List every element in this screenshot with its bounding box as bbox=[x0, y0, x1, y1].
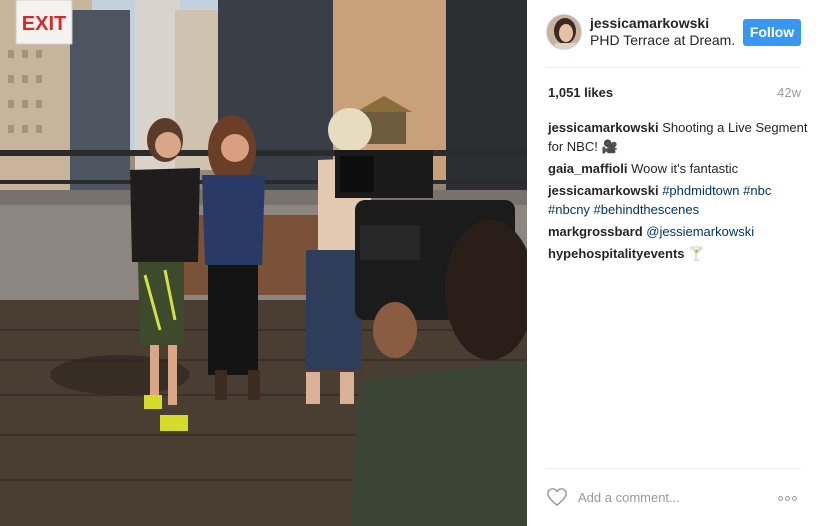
add-comment-input[interactable] bbox=[578, 486, 768, 508]
post-age[interactable]: 42w bbox=[777, 85, 801, 100]
comment-text: 🍸 bbox=[688, 246, 705, 261]
comment-item: hypehospitalityevents 🍸 bbox=[548, 244, 810, 263]
heart-icon[interactable] bbox=[546, 487, 568, 507]
comment-author[interactable]: markgrossbard bbox=[548, 224, 643, 239]
comment-item: gaia_maffioli Woow it's fantastic bbox=[548, 159, 810, 178]
mention-link[interactable]: @jessiemarkowski bbox=[646, 224, 754, 239]
add-comment-bar bbox=[527, 478, 820, 518]
comment-author[interactable]: jessicamarkowski bbox=[548, 120, 659, 135]
hashtag-link[interactable]: #behindthescenes bbox=[594, 202, 700, 217]
likes-count[interactable]: 1,051 likes bbox=[548, 85, 613, 100]
comment-item: jessicamarkowski Shooting a Live Segment… bbox=[548, 118, 810, 156]
footer-divider bbox=[546, 468, 801, 469]
exit-sign-text: EXIT bbox=[22, 13, 66, 35]
post-side-panel: jessicamarkowski PHD Terrace at Dream.. … bbox=[527, 0, 820, 526]
comment-text: Woow it's fantastic bbox=[631, 161, 739, 176]
comment-item: jessicamarkowski #phdmidtown #nbc #nbcny… bbox=[548, 181, 810, 219]
comment-author[interactable]: hypehospitalityevents bbox=[548, 246, 685, 261]
username-link[interactable]: jessicamarkowski bbox=[590, 15, 709, 31]
hashtag-link[interactable]: #phdmidtown bbox=[662, 183, 739, 198]
header-divider bbox=[546, 67, 801, 68]
hashtag-link[interactable]: #nbc bbox=[743, 183, 771, 198]
follow-button[interactable]: Follow bbox=[743, 19, 801, 46]
comment-author[interactable]: gaia_maffioli bbox=[548, 161, 627, 176]
post-photo[interactable]: EXIT bbox=[0, 0, 527, 526]
photo-scene: EXIT bbox=[0, 0, 527, 526]
avatar-image bbox=[547, 15, 581, 49]
post-header: jessicamarkowski PHD Terrace at Dream.. … bbox=[527, 0, 820, 68]
more-options-icon[interactable] bbox=[778, 488, 802, 506]
hashtag-link[interactable]: #nbcny bbox=[548, 202, 590, 217]
comments-list: jessicamarkowski Shooting a Live Segment… bbox=[548, 118, 810, 266]
comment-author[interactable]: jessicamarkowski bbox=[548, 183, 659, 198]
location-link[interactable]: PHD Terrace at Dream.. bbox=[590, 32, 735, 48]
comment-item: markgrossbard @jessiemarkowski bbox=[548, 222, 810, 241]
avatar[interactable] bbox=[546, 14, 582, 50]
